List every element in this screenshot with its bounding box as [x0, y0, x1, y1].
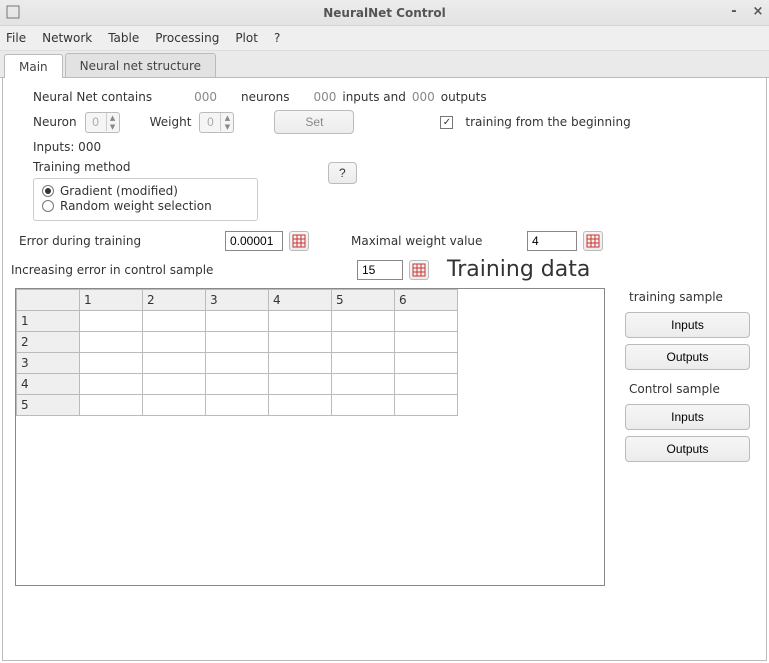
- nn-neurons-label: neurons: [241, 90, 289, 104]
- data-table[interactable]: 1 2 3 4 5 6 1 2 3 4 5: [16, 289, 458, 416]
- table-col[interactable]: 3: [206, 290, 269, 311]
- table-rowhdr[interactable]: 1: [17, 311, 80, 332]
- weight-label: Weight: [150, 115, 192, 129]
- set-button[interactable]: Set: [274, 110, 354, 134]
- radio-gradient[interactable]: [42, 185, 54, 197]
- training-beginning-checkbox[interactable]: ✓: [440, 116, 453, 129]
- table-corner: [17, 290, 80, 311]
- grid-icon[interactable]: [583, 231, 603, 251]
- chevron-up-icon[interactable]: ▲: [107, 113, 119, 122]
- control-inputs-button[interactable]: Inputs: [625, 404, 750, 430]
- chevron-up-icon[interactable]: ▲: [221, 113, 233, 122]
- table-row: 3: [17, 353, 458, 374]
- inc-error-input[interactable]: [357, 260, 403, 280]
- control-outputs-button[interactable]: Outputs: [625, 436, 750, 462]
- tab-structure[interactable]: Neural net structure: [65, 53, 216, 77]
- menu-processing[interactable]: Processing: [155, 31, 219, 45]
- weight-stepper[interactable]: ▲▼: [199, 112, 234, 133]
- tabbar: Main Neural net structure: [0, 51, 769, 78]
- opt-random-label: Random weight selection: [60, 199, 212, 213]
- control-sample-label: Control sample: [629, 382, 750, 396]
- training-method-label: Training method: [33, 160, 258, 174]
- max-weight-input[interactable]: [527, 231, 577, 251]
- table-col[interactable]: 5: [332, 290, 395, 311]
- table-rowhdr[interactable]: 3: [17, 353, 80, 374]
- app-icon: [6, 5, 20, 19]
- table-rowhdr[interactable]: 4: [17, 374, 80, 395]
- error-training-label: Error during training: [19, 234, 219, 248]
- training-data-heading: Training data: [447, 257, 590, 282]
- table-row: 4: [17, 374, 458, 395]
- table-col[interactable]: 1: [80, 290, 143, 311]
- side-panel: training sample Inputs Outputs Control s…: [625, 288, 750, 462]
- chevron-down-icon[interactable]: ▼: [221, 122, 233, 131]
- menu-plot[interactable]: Plot: [235, 31, 258, 45]
- nn-inputs-label: inputs and: [342, 90, 406, 104]
- data-table-wrap: 1 2 3 4 5 6 1 2 3 4 5: [15, 288, 605, 586]
- inc-error-label: Increasing error in control sample: [11, 263, 351, 277]
- table-rowhdr[interactable]: 2: [17, 332, 80, 353]
- close-button[interactable]: ×: [751, 4, 765, 18]
- menu-table[interactable]: Table: [108, 31, 139, 45]
- training-outputs-button[interactable]: Outputs: [625, 344, 750, 370]
- nn-outputs-count: 000: [412, 90, 435, 104]
- table-row: 1: [17, 311, 458, 332]
- titlebar: NeuralNet Control - ×: [0, 0, 769, 26]
- chevron-down-icon[interactable]: ▼: [107, 122, 119, 131]
- menubar: File Network Table Processing Plot ?: [0, 26, 769, 51]
- table-row: 5: [17, 395, 458, 416]
- menu-help[interactable]: ?: [274, 31, 280, 45]
- opt-gradient-label: Gradient (modified): [60, 184, 178, 198]
- tab-content-main: Neural Net contains 000 neurons 000 inpu…: [2, 78, 767, 661]
- training-method-group: Gradient (modified) Random weight select…: [33, 178, 258, 221]
- weight-value[interactable]: [200, 114, 220, 130]
- grid-icon[interactable]: [409, 260, 429, 280]
- nn-inputs-count: 000: [313, 90, 336, 104]
- menu-network[interactable]: Network: [42, 31, 92, 45]
- table-col[interactable]: 2: [143, 290, 206, 311]
- window-title: NeuralNet Control: [323, 6, 446, 20]
- tab-main[interactable]: Main: [4, 54, 63, 78]
- neuron-label: Neuron: [33, 115, 77, 129]
- nn-neurons-count: 000: [194, 90, 217, 104]
- training-inputs-button[interactable]: Inputs: [625, 312, 750, 338]
- neuron-stepper[interactable]: ▲▼: [85, 112, 120, 133]
- inputs-line: Inputs: 000: [33, 140, 101, 154]
- training-beginning-label: training from the beginning: [465, 115, 630, 129]
- nn-prefix: Neural Net contains: [33, 90, 152, 104]
- grid-icon[interactable]: [289, 231, 309, 251]
- table-col[interactable]: 4: [269, 290, 332, 311]
- nn-summary: Neural Net contains 000 neurons 000 inpu…: [33, 90, 754, 104]
- max-weight-label: Maximal weight value: [351, 234, 521, 248]
- minimize-button[interactable]: -: [727, 4, 741, 18]
- training-sample-label: training sample: [629, 290, 750, 304]
- error-training-input[interactable]: [225, 231, 283, 251]
- table-row: 2: [17, 332, 458, 353]
- table-col[interactable]: 6: [395, 290, 458, 311]
- radio-random[interactable]: [42, 200, 54, 212]
- menu-file[interactable]: File: [6, 31, 26, 45]
- neuron-value[interactable]: [86, 114, 106, 130]
- nn-outputs-label: outputs: [441, 90, 487, 104]
- table-rowhdr[interactable]: 5: [17, 395, 80, 416]
- app-window: NeuralNet Control - × File Network Table…: [0, 0, 769, 663]
- training-method-help-button[interactable]: ?: [328, 162, 357, 184]
